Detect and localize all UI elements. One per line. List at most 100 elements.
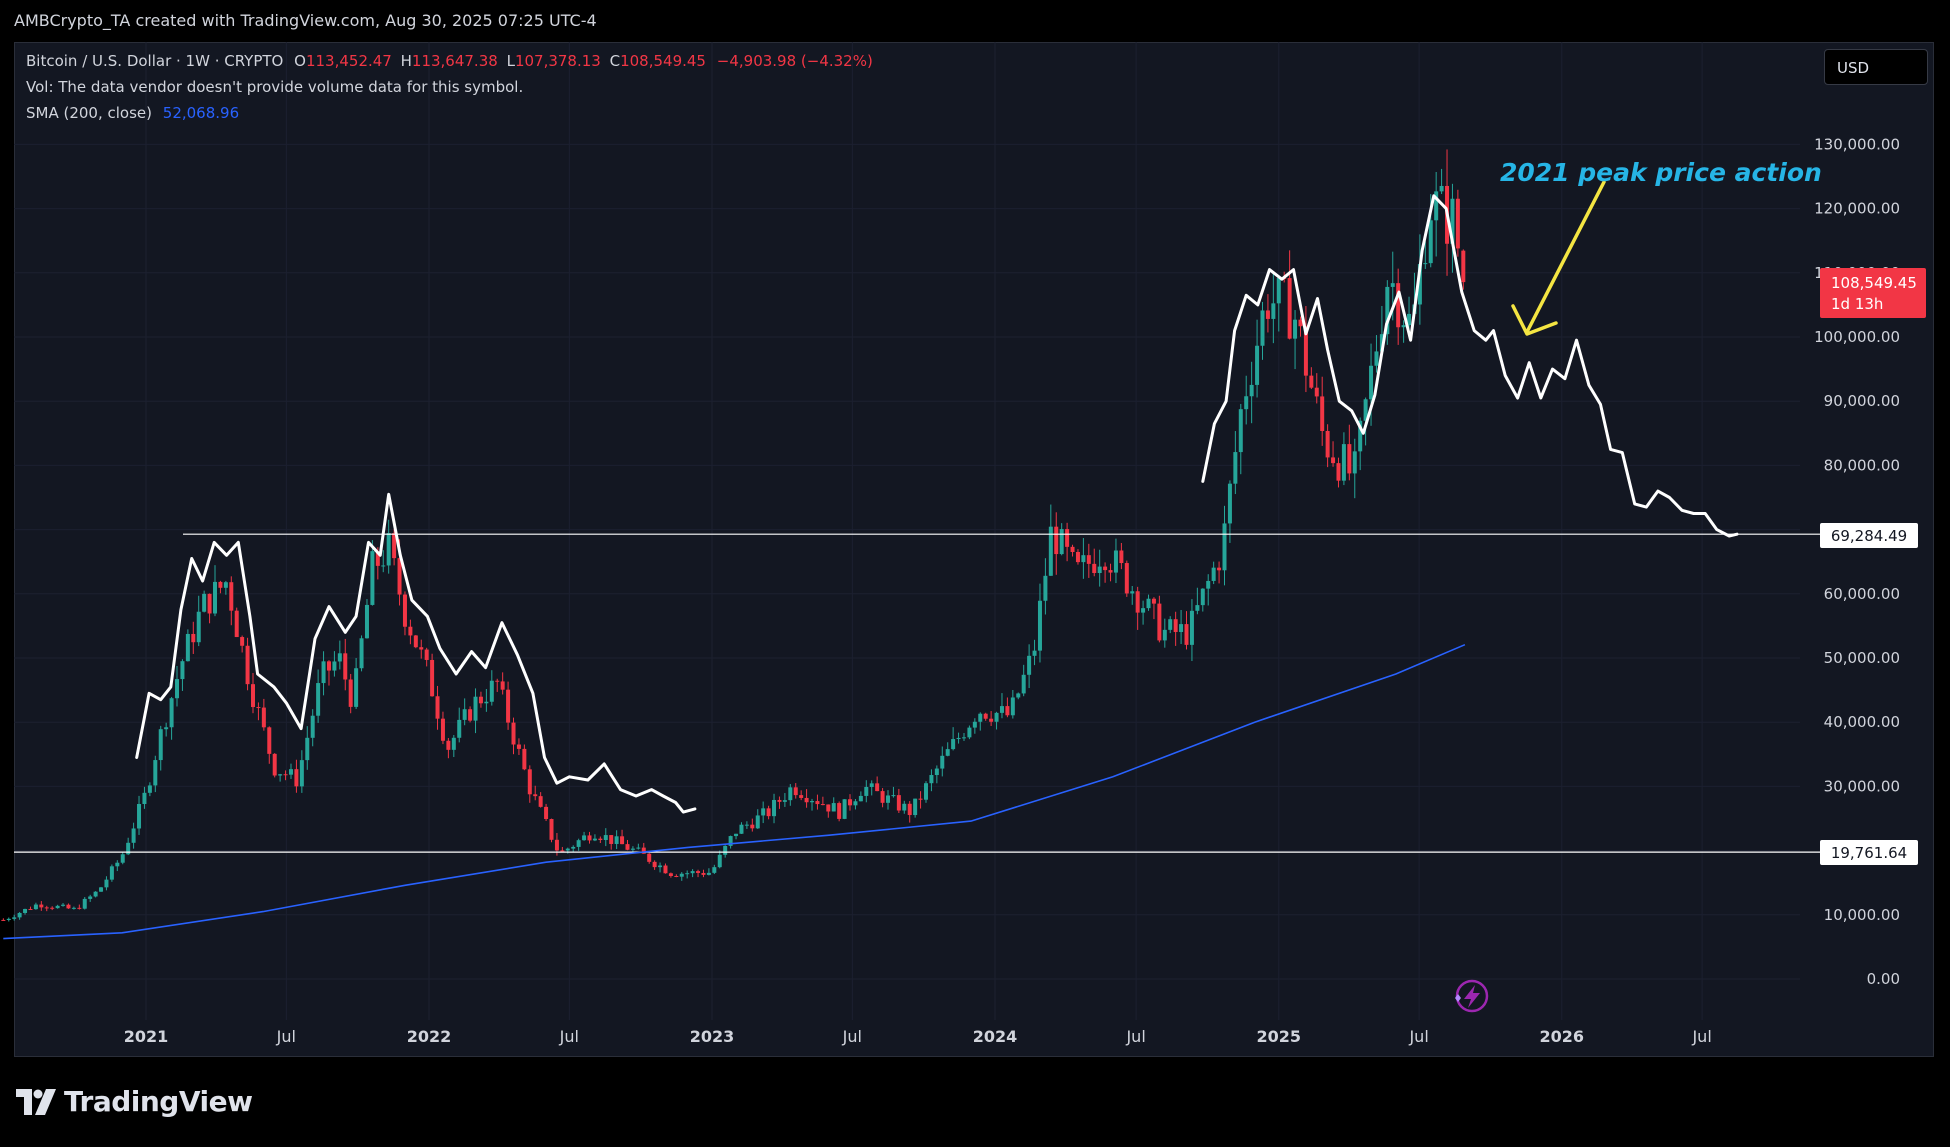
candle-body — [28, 908, 33, 910]
legend-sma-label: SMA (200, close) — [26, 104, 152, 122]
candle-body — [33, 904, 38, 910]
candle-body — [896, 795, 901, 811]
candle-body — [1455, 198, 1460, 249]
tradingview-logo[interactable]: TradingView — [16, 1085, 253, 1118]
candle-body — [153, 760, 158, 786]
candle-body — [972, 721, 977, 728]
candle-body — [1255, 345, 1260, 385]
candle-body — [701, 872, 706, 875]
candle-body — [1103, 566, 1108, 571]
candle-body — [647, 853, 652, 862]
candle-body — [1146, 598, 1151, 609]
candle-body — [364, 604, 369, 639]
candle-body — [603, 835, 608, 841]
candle-body — [1336, 463, 1341, 481]
candle-body — [1189, 610, 1194, 645]
candle-body — [196, 611, 201, 643]
candle-body — [815, 801, 820, 805]
x-tick-label: Jul — [276, 1027, 296, 1046]
candle-body — [137, 804, 142, 829]
y-tick-label: 0.00 — [1867, 970, 1900, 988]
x-tick-label: 2025 — [1257, 1027, 1302, 1046]
candle-body — [913, 798, 918, 816]
x-tick-label: 2024 — [973, 1027, 1018, 1046]
candle-body — [484, 701, 489, 704]
candle-body — [831, 803, 836, 812]
candle-body — [527, 769, 532, 795]
candle-body — [147, 785, 152, 793]
candle-body — [1162, 629, 1167, 641]
candle-body — [956, 737, 961, 740]
candle-body — [934, 768, 939, 776]
y-tick-label: 90,000.00 — [1824, 392, 1900, 410]
candle-body — [712, 867, 717, 873]
candle-body — [256, 707, 261, 709]
candle-body — [609, 835, 614, 844]
candle-body — [696, 871, 701, 873]
candle-body — [1173, 619, 1178, 633]
candle-body — [142, 792, 147, 805]
annotation-arrow — [1511, 180, 1606, 336]
legend-o-label: O — [294, 52, 306, 70]
candle-body — [430, 659, 435, 697]
last-price-tag: 108,549.45 1d 13h — [1820, 268, 1926, 318]
level-label-lower-text: 19,761.64 — [1831, 844, 1907, 862]
candle-body — [734, 833, 739, 837]
candle-body — [598, 838, 603, 841]
candle-body — [902, 803, 907, 811]
candle-body — [1347, 444, 1352, 474]
candle-body — [1032, 650, 1037, 656]
candle-body — [858, 795, 863, 802]
y-tick-label: 60,000.00 — [1824, 585, 1900, 603]
legend-c-label: C — [609, 52, 621, 70]
legend-sma[interactable]: SMA (200, close) 52,068.96 — [26, 104, 239, 122]
candle-body — [408, 626, 413, 636]
candle-body — [1124, 563, 1129, 594]
candle-body — [468, 709, 473, 721]
candle-body — [109, 866, 114, 880]
candle-body — [440, 718, 445, 741]
candle-body — [506, 689, 511, 723]
candle-body — [1179, 624, 1184, 633]
candle-body — [500, 681, 505, 690]
candle-body — [202, 593, 207, 612]
x-tick-label: Jul — [1125, 1027, 1145, 1046]
candle-body — [853, 801, 858, 806]
candle-body — [625, 844, 630, 850]
price-chart[interactable]: 130,000.00120,000.00110,000.00100,000.00… — [0, 0, 1950, 1147]
candle-body — [761, 808, 766, 816]
candle-body — [120, 854, 125, 863]
candle-body — [278, 774, 283, 776]
candle-body — [1075, 552, 1080, 563]
candle-body — [1016, 693, 1021, 698]
candle-body — [1119, 550, 1124, 564]
currency-button[interactable]: USD — [1824, 49, 1928, 85]
candle-body — [565, 848, 570, 851]
x-tick-label: Jul — [559, 1027, 579, 1046]
candle-body — [213, 581, 218, 614]
legend-ohlc: Bitcoin / U.S. Dollar · 1W · CRYPTO O113… — [26, 52, 873, 70]
last-price-value: 108,549.45 — [1831, 274, 1917, 292]
candle-body — [837, 803, 842, 819]
candle-body — [1401, 325, 1406, 328]
lightning-icon[interactable] — [1455, 979, 1489, 1013]
candle-body — [940, 755, 945, 769]
candle-body — [1108, 570, 1113, 573]
candle-body — [630, 848, 635, 850]
candle-body — [1037, 600, 1042, 651]
candle-body — [332, 661, 337, 671]
tradingview-logo-icon — [16, 1088, 56, 1115]
candle-body — [435, 696, 440, 719]
candle-body — [267, 727, 272, 754]
candle-body — [343, 653, 348, 680]
candle-body — [1249, 384, 1254, 397]
candle-body — [17, 912, 22, 918]
x-tick-label: Jul — [1408, 1027, 1428, 1046]
candle-body — [1222, 523, 1227, 571]
candle-body — [907, 803, 912, 816]
y-tick-label: 30,000.00 — [1824, 777, 1900, 795]
candle-body — [961, 737, 966, 739]
candle-body — [1325, 430, 1330, 458]
candle-body — [560, 850, 565, 852]
candle-body — [283, 774, 288, 776]
